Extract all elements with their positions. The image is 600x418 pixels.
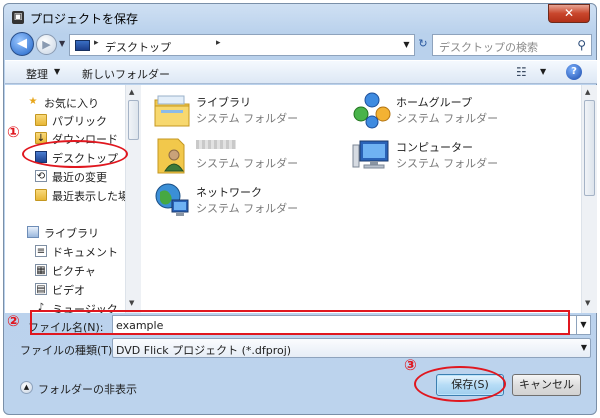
browser-content: ★ お気に入り パブリック ↓ ダウンロード デスクトップ ⟲ 最近の変更 最近… bbox=[5, 85, 597, 313]
file-list-scrollbar[interactable]: ▲ ▼ bbox=[581, 85, 597, 313]
address-breadcrumb[interactable]: デスクトップ bbox=[105, 39, 171, 55]
redacted-name bbox=[196, 140, 236, 149]
libraries-icon bbox=[27, 226, 39, 238]
desktop-icon bbox=[75, 40, 90, 51]
filename-label: ファイル名(N): bbox=[28, 321, 104, 334]
sidebar-item-label: デスクトップ bbox=[52, 152, 118, 165]
help-icon[interactable]: ? bbox=[566, 64, 582, 80]
command-toolbar: 整理 ▼ 新しいフォルダー ☷ ▼ ? bbox=[5, 60, 597, 84]
forward-button[interactable]: ▶ bbox=[36, 34, 57, 55]
back-button[interactable]: ◀ bbox=[10, 32, 34, 56]
list-item[interactable]: ライブラリ システム フォルダー bbox=[152, 90, 352, 136]
sidebar-item-label: 最近の変更 bbox=[52, 171, 107, 184]
refresh-icon[interactable]: ↻ bbox=[414, 37, 432, 53]
title-bar: ▣ プロジェクトを保存 ✕ bbox=[4, 4, 596, 30]
chevron-down-icon[interactable]: ▼ bbox=[581, 343, 587, 352]
downloads-folder-icon: ↓ bbox=[35, 132, 47, 144]
sidebar-item-label: お気に入り bbox=[44, 97, 99, 110]
cancel-button[interactable]: キャンセル bbox=[512, 374, 581, 396]
file-name: ネットワーク bbox=[196, 186, 262, 199]
views-icon[interactable]: ☷ bbox=[516, 65, 527, 79]
file-type: システム フォルダー bbox=[196, 202, 299, 215]
documents-icon: ≡ bbox=[35, 245, 47, 257]
file-name: コンピューター bbox=[396, 141, 473, 154]
new-folder-button[interactable]: 新しいフォルダー bbox=[82, 66, 170, 82]
file-type: システム フォルダー bbox=[196, 157, 299, 170]
navigation-scrollbar[interactable]: ▲ ▼ bbox=[125, 85, 141, 313]
sidebar-item-label: ライブラリ bbox=[44, 227, 99, 240]
list-item[interactable]: システム フォルダー bbox=[152, 135, 352, 181]
sidebar-item-label: ダウンロード bbox=[52, 133, 118, 146]
file-type: システム フォルダー bbox=[396, 157, 499, 170]
chevron-up-icon[interactable]: ▲ bbox=[20, 381, 33, 394]
filetype-row: ファイルの種類(T): DVD Flick プロジェクト (*.dfproj) … bbox=[5, 338, 597, 360]
step-marker-2: ② bbox=[7, 312, 20, 330]
navigation-bar: ◀ ▶ ▼ ▸ デスクトップ ▸ ▼ ↻ デスクトップの検索 ⚲ bbox=[8, 32, 594, 58]
hide-folders-label[interactable]: フォルダーの非表示 bbox=[38, 381, 137, 397]
sidebar-item-label: ミュージック bbox=[52, 303, 118, 313]
file-name: ライブラリ bbox=[196, 96, 251, 109]
desktop-icon bbox=[35, 151, 47, 163]
filename-value[interactable]: example bbox=[116, 319, 163, 332]
scroll-down-icon[interactable]: ▼ bbox=[129, 299, 134, 307]
filename-row: ファイル名(N): example ▼ bbox=[5, 314, 597, 336]
history-dropdown-icon[interactable]: ▼ bbox=[59, 39, 67, 48]
organize-button[interactable]: 整理 bbox=[26, 66, 48, 82]
search-icon[interactable]: ⚲ bbox=[577, 38, 586, 52]
file-type: システム フォルダー bbox=[196, 112, 299, 125]
scroll-down-icon[interactable]: ▼ bbox=[585, 299, 590, 307]
window-title: プロジェクトを保存 bbox=[30, 12, 139, 26]
scroll-up-icon[interactable]: ▲ bbox=[129, 88, 134, 96]
scroll-thumb[interactable] bbox=[584, 100, 595, 196]
step-marker-1: ① bbox=[7, 123, 20, 141]
search-input[interactable]: デスクトップの検索 bbox=[439, 39, 538, 55]
filetype-value: DVD Flick プロジェクト (*.dfproj) bbox=[116, 344, 292, 357]
filename-dropdown-button[interactable]: ▼ bbox=[577, 315, 591, 335]
sidebar-item-label: ビデオ bbox=[52, 284, 85, 297]
sidebar-item-label: パブリック bbox=[52, 115, 107, 128]
network-icon bbox=[155, 183, 189, 216]
chevron-down-icon[interactable]: ▼ bbox=[540, 67, 546, 76]
step-marker-3: ③ bbox=[404, 356, 417, 374]
computer-icon bbox=[352, 140, 389, 169]
navigation-pane: ★ お気に入り パブリック ↓ ダウンロード デスクトップ ⟲ 最近の変更 最近… bbox=[5, 85, 125, 313]
file-type: システム フォルダー bbox=[396, 112, 499, 125]
user-folder-icon bbox=[157, 138, 185, 174]
recent-folder-icon bbox=[35, 189, 47, 201]
save-button[interactable]: 保存(S) bbox=[436, 374, 504, 396]
file-list: ライブラリ システム フォルダー ホームグループ システム フォルダー システム… bbox=[142, 85, 581, 313]
music-icon: ♪ bbox=[37, 302, 45, 313]
sidebar-item-label: ピクチャ bbox=[52, 265, 96, 278]
address-dropdown-button[interactable]: ▼ bbox=[399, 34, 415, 56]
save-project-dialog: ▣ プロジェクトを保存 ✕ ◀ ▶ ▼ ▸ デスクトップ ▸ ▼ ↻ デスクトッ… bbox=[3, 3, 597, 415]
list-item[interactable]: コンピューター システム フォルダー bbox=[352, 135, 552, 181]
sidebar-item-label: 最近表示した場所 bbox=[52, 190, 125, 203]
filetype-label: ファイルの種類(T): bbox=[20, 344, 117, 357]
app-icon: ▣ bbox=[12, 11, 24, 24]
videos-icon: ▤ bbox=[35, 283, 47, 295]
file-name bbox=[196, 139, 236, 152]
scroll-thumb[interactable] bbox=[128, 100, 139, 140]
file-name: ホームグループ bbox=[396, 96, 473, 109]
list-item[interactable]: ホームグループ システム フォルダー bbox=[352, 90, 552, 136]
close-button[interactable]: ✕ bbox=[548, 4, 590, 23]
address-bar[interactable]: ▸ デスクトップ ▸ bbox=[69, 34, 401, 56]
star-icon: ★ bbox=[28, 96, 38, 107]
filename-field[interactable]: example bbox=[112, 315, 577, 335]
pictures-icon: ▦ bbox=[35, 264, 47, 276]
recent-places-icon: ⟲ bbox=[35, 170, 47, 182]
folder-icon bbox=[35, 114, 47, 126]
filetype-select[interactable]: DVD Flick プロジェクト (*.dfproj) ▼ bbox=[112, 338, 591, 358]
libraries-icon bbox=[154, 95, 190, 127]
chevron-right-icon[interactable]: ▸ bbox=[216, 38, 221, 48]
list-item[interactable]: ネットワーク システム フォルダー bbox=[152, 180, 352, 226]
chevron-right-icon[interactable]: ▸ bbox=[94, 38, 99, 48]
sidebar-item-label: ドキュメント bbox=[52, 246, 118, 259]
chevron-down-icon[interactable]: ▼ bbox=[54, 67, 60, 76]
homegroup-icon bbox=[353, 92, 391, 129]
scroll-up-icon[interactable]: ▲ bbox=[585, 88, 590, 96]
search-box[interactable]: デスクトップの検索 ⚲ bbox=[432, 34, 592, 56]
